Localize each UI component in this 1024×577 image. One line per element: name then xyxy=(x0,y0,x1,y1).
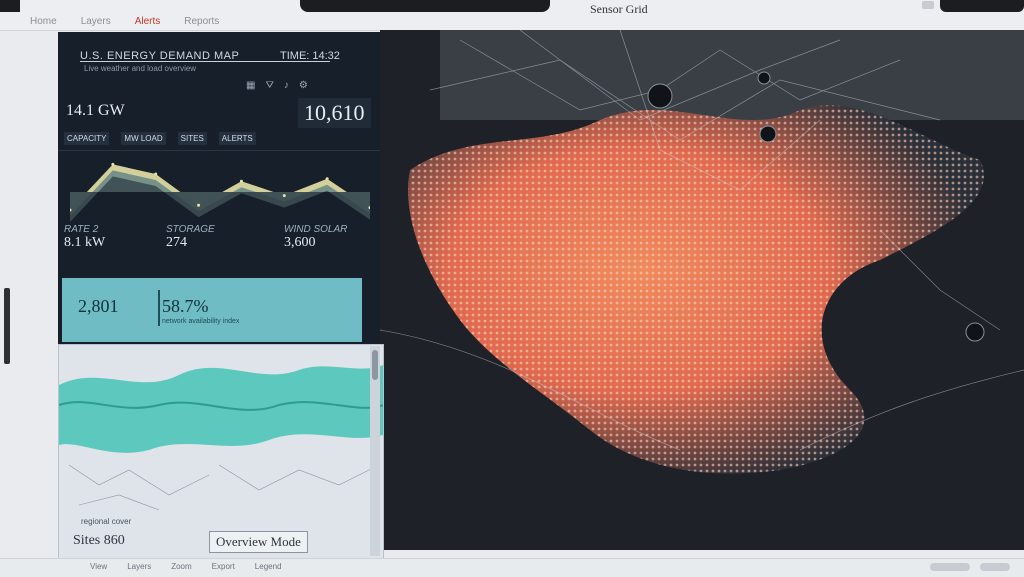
chart-point xyxy=(325,177,329,181)
bottom-bar: View Layers Zoom Export Legend xyxy=(0,558,1024,577)
chart-point xyxy=(282,194,286,198)
stat-card: RATE 2 8.1 kW xyxy=(64,224,105,251)
highlight-value-a: 2,801 xyxy=(78,296,119,316)
map-canvas xyxy=(380,30,1024,550)
trend-chart xyxy=(70,162,370,222)
panel-toolbar: ▦ ⛛ ♪ ⚙ xyxy=(246,80,308,91)
window-top-bar: Home Layers Alerts Reports Sensor Grid xyxy=(0,0,1024,31)
panel-subheading: Live weather and load overview xyxy=(84,64,197,73)
stat-value: 3,600 xyxy=(284,235,316,250)
metric-labels: CAPACITY MW LOAD SITES ALERTS xyxy=(64,132,256,145)
bottom-item-legend[interactable]: Legend xyxy=(255,562,282,571)
metric-label[interactable]: ALERTS xyxy=(218,132,256,145)
sensor-node-icon[interactable] xyxy=(965,322,985,342)
window-control-button[interactable] xyxy=(922,1,934,9)
metric-label[interactable]: SITES xyxy=(177,132,207,145)
tab-alerts[interactable]: Alerts xyxy=(131,15,165,28)
bezel-corner xyxy=(0,0,20,12)
stat-value: 8.1 kW xyxy=(64,235,106,250)
chart-point xyxy=(197,203,201,207)
bezel-notch xyxy=(300,0,550,12)
overlay-map-card[interactable]: regional cover Sites 860 Overview Mode xyxy=(58,344,384,560)
mode-button[interactable]: Overview Mode xyxy=(209,531,308,553)
chart-point xyxy=(111,162,115,166)
stat-title: WIND SOLAR xyxy=(284,224,348,235)
filter-icon[interactable]: ⛛ xyxy=(265,80,273,91)
metric-label[interactable]: MW LOAD xyxy=(121,132,166,145)
heading-underline xyxy=(80,61,330,62)
stat-title: RATE 2 xyxy=(64,224,99,235)
tab-reports[interactable]: Reports xyxy=(180,15,223,28)
cover-map xyxy=(59,365,383,511)
footer-site-count: Sites 860 xyxy=(73,533,125,548)
sensor-node-icon[interactable] xyxy=(759,125,777,143)
sensor-node-icon[interactable] xyxy=(647,83,673,109)
stat-value: 274 xyxy=(166,235,187,250)
tab-layers[interactable]: Layers xyxy=(77,15,115,28)
bezel-side xyxy=(4,288,10,364)
overlay-tag: regional cover xyxy=(81,517,132,526)
stat-card: STORAGE 274 xyxy=(166,224,215,251)
status-indicator xyxy=(930,563,970,571)
sensor-node-icon[interactable] xyxy=(757,71,771,85)
panel-scrollbar[interactable] xyxy=(370,346,380,556)
tab-strip: Home Layers Alerts Reports xyxy=(26,15,223,28)
highlight-card[interactable]: 2,801 58.7% network availability index xyxy=(62,278,362,342)
bottom-menu: View Layers Zoom Export Legend xyxy=(90,562,282,571)
kpi-secondary: 10,610 xyxy=(298,98,371,128)
bottom-item-export[interactable]: Export xyxy=(212,562,235,571)
panel-divider xyxy=(58,150,380,151)
heat-map[interactable] xyxy=(380,30,1024,550)
bottom-item-zoom[interactable]: Zoom xyxy=(171,562,191,571)
stat-title: STORAGE xyxy=(166,224,215,235)
highlight-caption: network availability index xyxy=(162,318,240,325)
bell-icon[interactable]: ♪ xyxy=(284,80,289,91)
kpi-primary: 14.1 GW xyxy=(66,102,125,119)
stat-card: WIND SOLAR 3,600 xyxy=(284,224,347,251)
bezel-corner-right xyxy=(940,0,1024,12)
bottom-item-layers[interactable]: Layers xyxy=(127,562,151,571)
tab-home[interactable]: Home xyxy=(26,15,61,28)
status-indicator xyxy=(980,563,1010,571)
metric-label[interactable]: CAPACITY xyxy=(64,132,110,145)
app-title: Sensor Grid xyxy=(590,2,648,16)
chart-point xyxy=(154,172,158,176)
chart-point xyxy=(239,179,243,183)
highlight-value-b: 58.7% xyxy=(162,296,209,316)
scrollbar-thumb[interactable] xyxy=(372,350,378,380)
highlight-separator xyxy=(158,290,160,326)
grid-icon[interactable]: ▦ xyxy=(246,80,255,91)
bottom-item-view[interactable]: View xyxy=(90,562,107,571)
gear-icon[interactable]: ⚙ xyxy=(299,80,308,91)
